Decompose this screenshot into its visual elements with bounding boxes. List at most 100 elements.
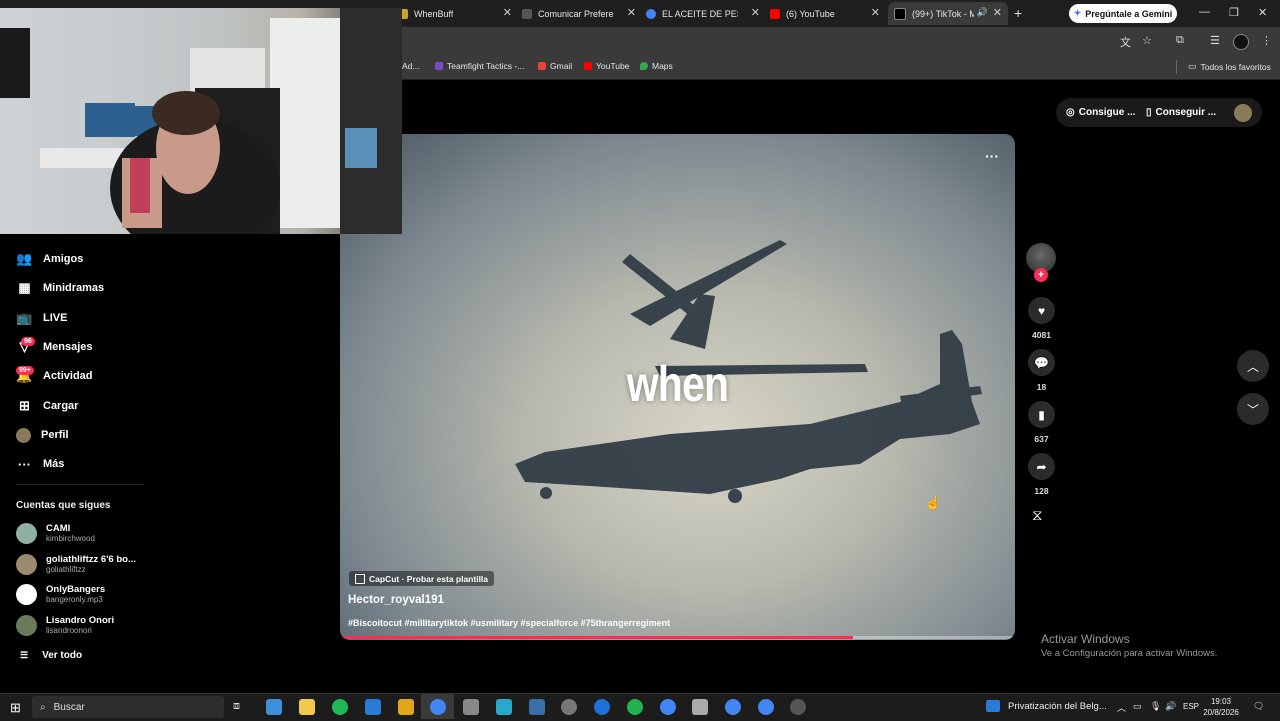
close-icon[interactable]: ✕ (751, 6, 760, 19)
microphone-icon[interactable]: 🎙 (1150, 701, 1161, 712)
close-icon[interactable]: ✕ (627, 6, 636, 19)
bookmark-ad[interactable]: Ad... (402, 61, 419, 71)
bookmark-icon: ▮ (1038, 407, 1045, 422)
taskbar-app-icon[interactable] (790, 699, 806, 715)
follow-plus-icon[interactable]: + (1034, 268, 1048, 282)
film-icon: ▦ (18, 280, 31, 295)
calculator-icon[interactable] (529, 699, 545, 715)
activate-windows-title: Activar Windows (1041, 632, 1130, 646)
taskbar-app-icon[interactable] (496, 699, 512, 715)
following-account[interactable]: OnlyBangers bangeronly.mp3 (16, 584, 105, 605)
windows-start-icon[interactable]: ⊞ (10, 700, 21, 716)
sidebar-item-cargar[interactable]: ⊞ Cargar (16, 396, 78, 416)
gemini-sparkle-icon: ✦ (1073, 8, 1082, 18)
get-coins-button[interactable]: ◎ Consigue ... (1066, 107, 1135, 118)
notifications-icon[interactable]: 🗨 (1253, 701, 1264, 712)
chrome-icon[interactable] (758, 699, 774, 715)
profile-avatar[interactable] (1233, 34, 1249, 50)
bookmark-maps[interactable]: Maps (640, 61, 673, 71)
tab-comunicar[interactable]: Comunicar Preferencias ✕ (522, 2, 642, 25)
tab-aceite[interactable]: EL ACEITE DE PESCADO ✕ (646, 2, 766, 25)
xbox-icon[interactable] (627, 699, 643, 715)
tab-whenbuff[interactable]: WhenBuff ✕ (398, 2, 518, 25)
webcam-scene (0, 8, 402, 234)
bookmark-tft[interactable]: Teamfight Tactics -... (435, 61, 524, 71)
previous-video-button[interactable]: ︿ (1237, 350, 1269, 382)
store-icon[interactable] (266, 699, 282, 715)
activity-badge: 99+ (16, 366, 34, 375)
clock-date: 20/8/2026 (1203, 708, 1239, 717)
sidebar-item-amigos[interactable]: 👥 Amigos (16, 249, 83, 269)
maps-icon (640, 62, 648, 70)
taskbar-search-input[interactable]: ⌕ Buscar (32, 696, 224, 718)
news-widget[interactable]: Privatización del Belg... (986, 700, 1107, 712)
save-button[interactable]: ▮ (1028, 401, 1055, 428)
following-title: Cuentas que sigues (16, 500, 111, 511)
comment-button[interactable]: 💬 (1028, 349, 1055, 376)
tab-youtube[interactable]: (6) YouTube ✕ (770, 2, 886, 25)
user-avatar[interactable] (1234, 104, 1252, 122)
close-icon[interactable]: ✕ (503, 6, 512, 19)
video-progress-bar[interactable] (340, 636, 1015, 639)
sidebar-item-live[interactable]: 📺 LIVE (16, 308, 67, 328)
sidebar-item-minidramas[interactable]: ▦ Minidramas (16, 278, 104, 298)
volume-icon[interactable]: 🔊 (1165, 701, 1176, 712)
video-hashtags[interactable]: #Biscoitocut #millitarytiktok #usmilitar… (348, 618, 670, 628)
following-account[interactable]: CAMI kimbirchwood (16, 523, 95, 544)
task-view-icon[interactable]: ⧈ (233, 700, 240, 713)
taskbar-app-icon[interactable] (463, 699, 479, 715)
page-favicon-icon (522, 8, 532, 19)
close-icon[interactable]: ✕ (993, 6, 1002, 19)
chrome-icon[interactable] (430, 699, 446, 715)
video-caption-text: when (626, 356, 729, 412)
spotify-icon[interactable] (332, 699, 348, 715)
file-explorer-icon[interactable] (299, 699, 315, 715)
sidebar-item-mas[interactable]: ··· Más (16, 454, 64, 474)
chevron-up-icon[interactable]: ︿ (1117, 701, 1126, 714)
taskbar-app-icon[interactable] (692, 699, 708, 715)
translate-icon[interactable]: 文 (1120, 34, 1131, 50)
get-app-button[interactable]: ▯ Conseguir ... (1146, 107, 1216, 118)
bookmark-gmail[interactable]: Gmail (538, 61, 572, 71)
taskbar-app-icon[interactable] (398, 699, 414, 715)
kebab-menu-icon[interactable]: ⋮ (1261, 34, 1272, 47)
music-disc-icon[interactable]: ⧖ (1032, 507, 1043, 524)
close-window-icon[interactable]: ✕ (1258, 6, 1267, 19)
settings-icon[interactable] (561, 699, 577, 715)
video-player[interactable]: when ··· CapCut · Probar esta plantilla … (340, 134, 1015, 640)
share-button[interactable]: ➦ (1028, 453, 1055, 480)
tab-tiktok[interactable]: (99+) TikTok - Ma 🔊 ✕ (888, 2, 1008, 25)
taskbar-clock[interactable]: 19:03 20/8/2026 (1203, 696, 1239, 718)
new-tab-icon[interactable]: + (1014, 5, 1022, 21)
speaker-icon[interactable]: 🔊 (977, 7, 988, 18)
star-icon[interactable]: ☆ (1142, 34, 1152, 47)
mail-icon[interactable] (365, 699, 381, 715)
display-icon[interactable]: ▭ (1133, 701, 1142, 712)
media-icon[interactable]: ☰ (1210, 34, 1220, 47)
minimize-icon[interactable]: — (1199, 6, 1210, 18)
like-button[interactable]: ♥ (1028, 297, 1055, 324)
sidebar-item-perfil[interactable]: Perfil (16, 425, 69, 445)
all-bookmarks[interactable]: ▭ Todos los favoritos (1188, 61, 1271, 72)
following-account[interactable]: Lisandro Onori lisandroonori (16, 615, 114, 636)
friends-icon: 👥 (16, 251, 33, 266)
taskbar-app-icon[interactable] (594, 699, 610, 715)
video-author[interactable]: Hector_royval191 (348, 594, 444, 606)
following-account[interactable]: goliathliftzz 6'6 bo... goliathliftzz (16, 554, 136, 575)
close-icon[interactable]: ✕ (871, 6, 880, 19)
see-all-link[interactable]: ☰ Ver todo (20, 650, 82, 661)
youtube-icon (584, 62, 592, 70)
ask-gemini-button[interactable]: ✦ Pregúntale a Gemini (1069, 4, 1177, 23)
extensions-icon[interactable]: ⧉ (1176, 34, 1184, 47)
profile-icon (16, 427, 31, 443)
chrome-icon[interactable] (725, 699, 741, 715)
bookmark-youtube[interactable]: YouTube (584, 61, 629, 71)
chrome-icon[interactable] (660, 699, 676, 715)
capcut-template-link[interactable]: CapCut · Probar esta plantilla (349, 571, 495, 586)
next-video-button[interactable]: ﹀ (1237, 393, 1269, 425)
like-count: 4081 (1032, 330, 1051, 340)
language-indicator[interactable]: ESP (1183, 702, 1199, 711)
video-more-icon[interactable]: ··· (985, 148, 999, 164)
maximize-icon[interactable]: ❐ (1229, 6, 1239, 19)
upload-icon: ⊞ (19, 398, 30, 413)
